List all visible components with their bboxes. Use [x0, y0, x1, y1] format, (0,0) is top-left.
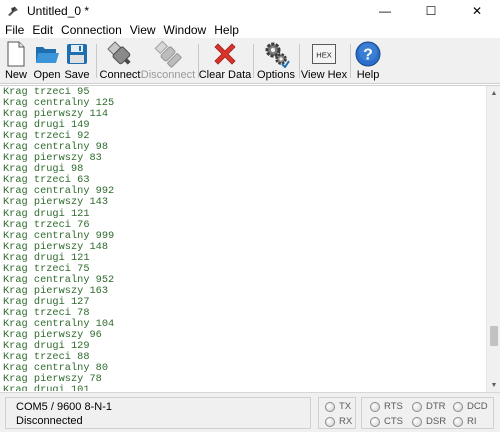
toolbar: New Open Save Connect Disconnect Clear D… [0, 38, 500, 84]
scroll-up-arrow-icon[interactable]: ▲ [487, 86, 500, 100]
app-icon [5, 3, 21, 19]
menu-bar: File Edit Connection View Window Help [0, 22, 500, 38]
menu-file[interactable]: File [5, 23, 28, 37]
new-label: New [4, 69, 27, 81]
line-status-leds: RTS CTS DTR DSR DCD RI [361, 397, 494, 429]
menu-edit[interactable]: Edit [32, 23, 57, 37]
title-bar: Untitled_0 * — ☐ ✕ [0, 0, 500, 22]
help-button[interactable]: ? Help [354, 40, 382, 82]
toolbar-separator [96, 44, 97, 78]
clear-data-label: Clear Data [198, 69, 252, 81]
options-label: Options [257, 69, 295, 81]
scroll-down-arrow-icon[interactable]: ▼ [487, 378, 500, 392]
menu-window[interactable]: Window [164, 23, 211, 37]
close-button[interactable]: ✕ [454, 0, 500, 22]
led-ri-label: RI [467, 416, 477, 427]
hex-icon-text: HEX [316, 51, 331, 60]
led-indicator [370, 401, 380, 412]
led-dcd: DCD [453, 401, 488, 412]
led-dtr: DTR [412, 401, 446, 412]
led-indicator [325, 416, 335, 427]
led-tx: TX [325, 401, 351, 412]
led-rts-label: RTS [384, 401, 403, 412]
terminal-line: Krag drugi 101 [3, 384, 90, 391]
connection-status-panel: COM5 / 9600 8-N-1 Disconnected [5, 397, 311, 429]
save-label: Save [64, 69, 90, 81]
tx-rx-leds: TX RX [318, 397, 356, 429]
help-label: Help [356, 69, 380, 81]
port-settings: COM5 / 9600 8-N-1 [16, 401, 112, 413]
window-controls: — ☐ ✕ [362, 0, 500, 22]
led-dcd-label: DCD [467, 401, 488, 412]
toolbar-separator [350, 44, 351, 78]
led-rx: RX [325, 416, 352, 427]
view-hex-label: View Hex [300, 69, 348, 81]
terminal-line: Krag drugi 121 [3, 207, 90, 220]
led-indicator [412, 401, 422, 412]
minimize-button[interactable]: — [362, 0, 408, 22]
connect-button[interactable]: Connect [99, 40, 141, 82]
terminal-line: Krag centralny 999 [3, 229, 115, 242]
led-cts: CTS [370, 416, 403, 427]
led-rts: RTS [370, 401, 403, 412]
options-button[interactable]: Options [257, 40, 295, 82]
new-file-icon [2, 40, 30, 68]
usb-plug-icon [106, 40, 134, 68]
led-dtr-label: DTR [426, 401, 446, 412]
svg-text:?: ? [363, 47, 373, 64]
menu-help[interactable]: Help [214, 23, 243, 37]
terminal-line: Krag pierwszy 143 [3, 196, 109, 209]
help-question-icon: ? [354, 40, 382, 68]
led-indicator [325, 401, 335, 412]
led-indicator [412, 416, 422, 427]
led-dsr: DSR [412, 416, 446, 427]
terminal-line: Krag trzeci 76 [3, 218, 90, 231]
connect-label: Connect [99, 69, 141, 81]
menu-connection[interactable]: Connection [61, 23, 126, 37]
save-disk-icon [63, 40, 91, 68]
maximize-button[interactable]: ☐ [408, 0, 454, 22]
gears-icon [262, 40, 290, 68]
window-title: Untitled_0 * [27, 4, 90, 18]
led-cts-label: CTS [384, 416, 403, 427]
led-indicator [453, 416, 463, 427]
open-button[interactable]: Open [34, 40, 60, 82]
menu-view[interactable]: View [130, 23, 160, 37]
save-button[interactable]: Save [64, 40, 90, 82]
scrollbar-thumb[interactable] [490, 326, 498, 346]
led-indicator [453, 401, 463, 412]
led-indicator [370, 416, 380, 427]
usb-unplug-icon [154, 40, 182, 68]
led-rx-label: RX [339, 416, 353, 427]
clear-x-icon [211, 40, 239, 68]
toolbar-separator [299, 44, 300, 78]
hex-icon: HEX [310, 40, 338, 68]
folder-open-icon [33, 40, 61, 68]
toolbar-separator [253, 44, 254, 78]
new-button[interactable]: New [4, 40, 28, 82]
open-label: Open [33, 69, 61, 81]
clear-data-button[interactable]: Clear Data [199, 40, 251, 82]
led-tx-label: TX [339, 401, 352, 412]
view-hex-button[interactable]: HEX View Hex [300, 40, 348, 82]
disconnect-label: Disconnect [140, 69, 196, 81]
led-ri: RI [453, 416, 477, 427]
status-bar: COM5 / 9600 8-N-1 Disconnected TX RX RTS… [0, 392, 500, 432]
terminal-area[interactable]: Krag trzeci 95 Krag centralny 125 Krag pie… [0, 85, 500, 392]
terminal-output: Krag trzeci 95 Krag centralny 125 Krag pie… [3, 87, 483, 391]
connection-state: Disconnected [16, 415, 83, 427]
vertical-scrollbar[interactable]: ▲ ▼ [486, 86, 500, 392]
disconnect-button[interactable]: Disconnect [141, 40, 195, 82]
led-dsr-label: DSR [426, 416, 447, 427]
